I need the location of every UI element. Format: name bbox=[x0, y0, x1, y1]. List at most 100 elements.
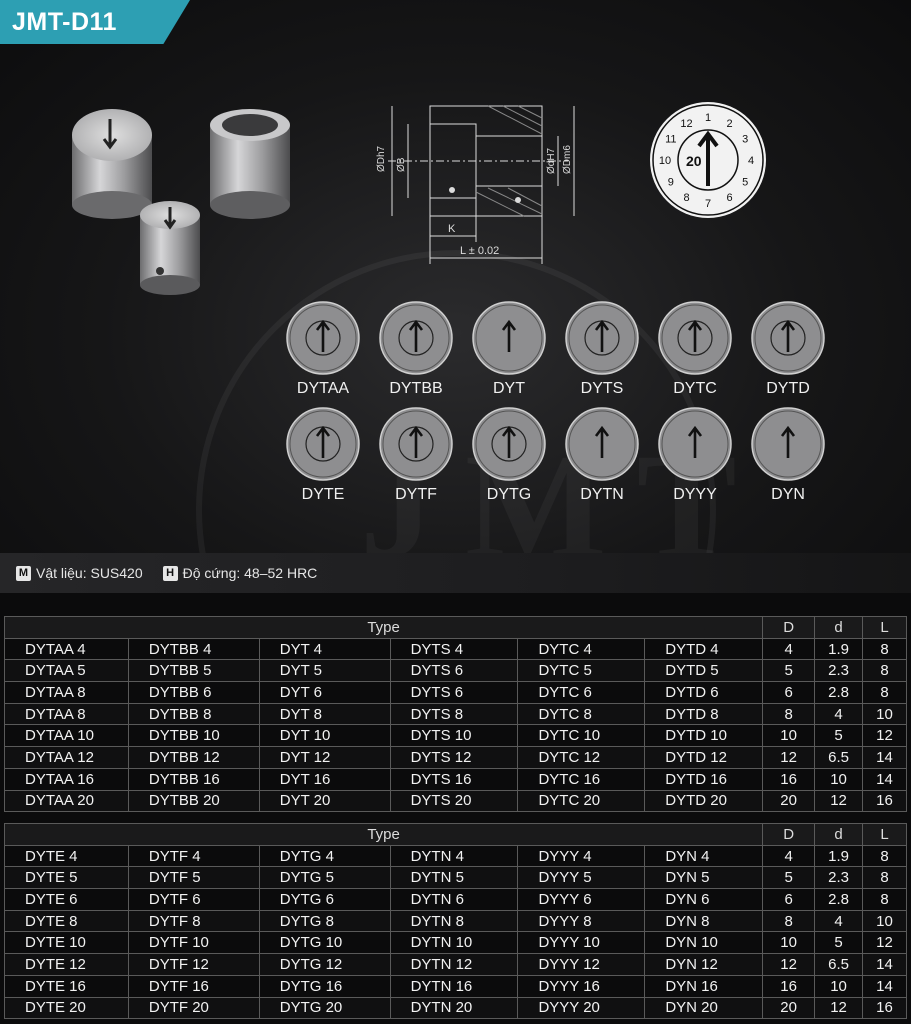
d-cell: 1.9 bbox=[814, 637, 863, 661]
table-row: DYTE 4 DYTF 4 DYTG 4 DYTN 4 DYYY 4 DYN 4 4 1.9 8 bbox=[4, 844, 907, 868]
L-cell: 8 bbox=[862, 844, 907, 868]
table-row: DYTE 16 DYTF 16 DYTG 16 DYTN 16 DYYY 16 DYN 1… bbox=[4, 974, 907, 998]
type-cell: DYTE 20 bbox=[4, 996, 129, 1020]
type-cell: DYTAA 20 bbox=[4, 789, 129, 813]
table-row: DYTAA 8 DYTBB 8 DYT 8 DYTS 8 DYTC 8 DYTD 8841… bbox=[4, 702, 907, 726]
big-dial-digit: 2 bbox=[726, 118, 732, 130]
stamp-gallery: DYTAA DYTBB DYT DYTS DYTC DYTD DYTE DYTF DYTG DYT… bbox=[0, 300, 911, 510]
d-cell: 2.8 bbox=[814, 681, 863, 704]
type-cell: DYTG 6 bbox=[258, 888, 391, 911]
type-cell: DYN 8 bbox=[644, 909, 764, 933]
stamp-face-icon bbox=[472, 407, 546, 481]
size-table-1: Type D d L DYTAA 4 DYTBB 4 DYT 4 DYTS 4 DYTC… bbox=[3, 616, 907, 813]
type-cell: DYN 12 bbox=[644, 953, 764, 976]
type-cell: DYTC 8 bbox=[517, 702, 646, 726]
D-cell: 6 bbox=[762, 888, 816, 911]
big-dial-icon: 20 1 23456789101112 bbox=[650, 102, 766, 218]
type-cell: DYTS 6 bbox=[389, 681, 519, 704]
type-cell: DYTS 6 bbox=[389, 659, 519, 683]
type-cell: DYT 16 bbox=[258, 767, 391, 791]
type-cell: DYYY 16 bbox=[517, 974, 646, 998]
type-cell: DYTS 12 bbox=[389, 746, 519, 769]
d-cell: 2.3 bbox=[814, 866, 864, 890]
L-cell: 10 bbox=[862, 909, 907, 933]
d-cell: 12 bbox=[814, 996, 864, 1020]
type-cell: DYTF 8 bbox=[127, 909, 260, 933]
table-row: DYTAA 12 DYTBB 12 DYT 12 DYTS 12 DYTC 12 DYTD… bbox=[4, 746, 907, 769]
d-cell: 10 bbox=[814, 974, 864, 998]
L-cell: 10 bbox=[862, 702, 907, 726]
d-cell: 10 bbox=[814, 767, 863, 791]
dim-label-Dm6: ØDm6 bbox=[562, 145, 573, 174]
table-row: DYTAA 5 DYTBB 5 DYT 5 DYTS 6 DYTC 5 DYTD 5 5 2.… bbox=[4, 659, 907, 683]
big-dial-digit: 8 bbox=[683, 192, 689, 204]
stamp-label: DYTE bbox=[301, 486, 345, 503]
L-cell: 8 bbox=[862, 681, 907, 704]
table1-header-L: L bbox=[862, 616, 907, 639]
type-cell: DYTC 4 bbox=[517, 637, 646, 661]
table-row: DYTE 6 DYTF 6 DYTG 6 DYTN 6 DYYY 6 DYN 6 6 2.8 8 bbox=[4, 888, 907, 911]
type-cell: DYTF 12 bbox=[127, 953, 260, 976]
stamp-label: DYTS bbox=[580, 380, 624, 397]
type-cell: DYTD 12 bbox=[644, 746, 764, 769]
stamp-face-icon bbox=[286, 407, 360, 481]
table2-header-d: d bbox=[814, 823, 864, 846]
type-cell: DYTD 8 bbox=[644, 702, 764, 726]
product-photo bbox=[72, 109, 290, 295]
type-cell: DYTD 4 bbox=[644, 637, 764, 661]
D-cell: 16 bbox=[762, 767, 816, 791]
stamp-label: DYTAA bbox=[296, 380, 350, 397]
hardness-text: Độ cứng: 48–52 HRC bbox=[182, 565, 318, 581]
d-cell: 6.5 bbox=[814, 746, 863, 769]
type-cell: DYTBB 6 bbox=[127, 681, 260, 704]
table-row: DYTAA 4 DYTBB 4 DYT 4 DYTS 4 DYTC 4 DYTD 4 4 1.… bbox=[4, 637, 907, 661]
stamp-dyyy: DYYY bbox=[650, 406, 740, 504]
stamp-label: DYTC bbox=[673, 380, 717, 397]
d-cell: 2.3 bbox=[814, 659, 863, 683]
type-cell: DYN 20 bbox=[644, 996, 764, 1020]
table-row: DYTE 10 DYTF 10 DYTG 10 DYTN 10 DYYY 10 DYN 1… bbox=[4, 931, 907, 955]
type-cell: DYTD 10 bbox=[644, 724, 764, 748]
type-cell: DYTC 16 bbox=[517, 767, 646, 791]
type-cell: DYTAA 5 bbox=[4, 659, 129, 683]
stamp-face-icon bbox=[565, 407, 639, 481]
stamp-face-icon bbox=[658, 407, 732, 481]
L-cell: 16 bbox=[862, 789, 907, 813]
d-cell: 2.8 bbox=[814, 888, 864, 911]
type-cell: DYTN 8 bbox=[389, 909, 519, 933]
D-cell: 16 bbox=[762, 974, 816, 998]
L-cell: 14 bbox=[862, 746, 907, 769]
type-cell: DYTF 4 bbox=[127, 844, 260, 868]
type-cell: DYTS 4 bbox=[389, 637, 519, 661]
D-cell: 12 bbox=[762, 953, 816, 976]
dim-label-L: L ± 0.02 bbox=[460, 245, 499, 257]
stamp-face-icon bbox=[658, 301, 732, 375]
type-cell: DYTE 6 bbox=[4, 888, 129, 911]
type-cell: DYTAA 4 bbox=[4, 637, 129, 661]
stamp-label: DYYY bbox=[673, 486, 717, 503]
L-cell: 8 bbox=[862, 659, 907, 683]
stamp-label: DYTBB bbox=[389, 380, 443, 397]
type-cell: DYTS 10 bbox=[389, 724, 519, 748]
type-cell: DYTBB 20 bbox=[127, 789, 260, 813]
type-cell: DYT 12 bbox=[258, 746, 391, 769]
type-cell: DYYY 12 bbox=[517, 953, 646, 976]
material-key-badge: M bbox=[16, 565, 31, 581]
type-cell: DYTE 4 bbox=[4, 844, 129, 868]
stamp-face-icon bbox=[472, 301, 546, 375]
table-row: DYTAA 10 DYTBB 10 DYT 10 DYTS 10 DYTC 10 DYTD… bbox=[4, 724, 907, 748]
type-cell: DYTD 16 bbox=[644, 767, 764, 791]
page-title: JMT-D11 bbox=[12, 8, 117, 36]
stamp-label: DYTD bbox=[766, 380, 810, 397]
type-cell: DYYY 8 bbox=[517, 909, 646, 933]
type-cell: DYTG 5 bbox=[258, 866, 391, 890]
table2-header-L: L bbox=[862, 823, 907, 846]
d-cell: 6.5 bbox=[814, 953, 864, 976]
type-cell: DYTAA 8 bbox=[4, 681, 129, 704]
type-cell: DYYY 10 bbox=[517, 931, 646, 955]
stamp-dytg: DYTG bbox=[464, 406, 554, 504]
type-cell: DYTE 5 bbox=[4, 866, 129, 890]
type-cell: DYN 6 bbox=[644, 888, 764, 911]
type-cell: DYTBB 8 bbox=[127, 702, 260, 726]
L-cell: 14 bbox=[862, 974, 907, 998]
